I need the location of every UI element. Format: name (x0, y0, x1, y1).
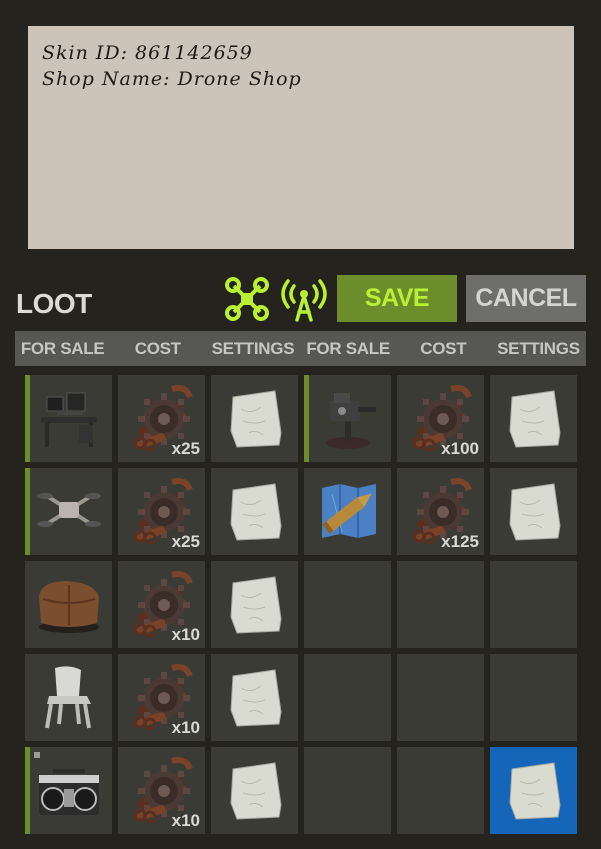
note-shop-name: Shop Name: Drone Shop (42, 68, 302, 90)
col-cost: COST (420, 338, 467, 358)
loot-title: LOOT (16, 288, 92, 319)
sale-slot-drone[interactable] (25, 468, 112, 555)
sale-slot-boombox[interactable] (25, 747, 112, 834)
cost-slot[interactable]: x25 (118, 375, 205, 462)
column-header-bar: FOR SALE COST SETTINGS FOR SALE COST SET… (15, 331, 586, 366)
cost-slot[interactable]: x100 (397, 375, 484, 462)
settings-slot[interactable] (211, 375, 298, 462)
paper-icon (230, 483, 282, 541)
cost-slot[interactable]: x125 (397, 468, 484, 555)
sale-slot-auto-turret[interactable] (304, 375, 391, 462)
broadcast-tower-icon[interactable] (281, 276, 327, 322)
paper-icon (230, 669, 282, 727)
cost-quantity: x100 (441, 439, 479, 458)
boombox-icon (39, 769, 99, 815)
settings-slot[interactable] (490, 468, 577, 555)
note-skin-id: Skin ID: 861142659 (42, 42, 253, 64)
settings-slot[interactable] (211, 561, 298, 648)
col-for-sale: FOR SALE (20, 338, 105, 358)
empty-slot[interactable] (304, 747, 391, 834)
paper-icon (509, 762, 561, 820)
cost-quantity: x10 (171, 718, 200, 737)
empty-slot[interactable] (304, 654, 391, 741)
cancel-button[interactable]: CANCEL (466, 275, 586, 322)
sale-slot-sack[interactable] (25, 561, 112, 648)
empty-slot[interactable] (397, 561, 484, 648)
cost-quantity: x10 (171, 625, 200, 644)
save-button[interactable]: SAVE (337, 275, 457, 322)
settings-slot[interactable] (490, 375, 577, 462)
col-settings: SETTINGS (497, 338, 580, 358)
sale-slot-ammo-map[interactable] (304, 468, 391, 555)
empty-slot[interactable] (490, 654, 577, 741)
paper-icon (509, 390, 561, 448)
settings-slot[interactable] (211, 747, 298, 834)
cost-quantity: x25 (171, 439, 200, 458)
cost-quantity: x25 (171, 532, 200, 551)
paper-icon (230, 390, 282, 448)
drone-icon[interactable] (224, 276, 270, 322)
cost-slot[interactable]: x10 (118, 561, 205, 648)
auto-turret-icon (326, 393, 376, 449)
settings-slot[interactable] (211, 654, 298, 741)
cost-quantity: x125 (441, 532, 479, 551)
cost-slot[interactable]: x25 (118, 468, 205, 555)
cost-quantity: x10 (171, 811, 200, 830)
drone-item-icon (37, 493, 101, 527)
plastic-chair-icon (45, 666, 91, 729)
note-panel: Skin ID: 861142659 Shop Name: Drone Shop (28, 26, 574, 249)
sale-slot-computer-station[interactable] (25, 375, 112, 462)
settings-slot[interactable] (211, 468, 298, 555)
paper-icon (509, 483, 561, 541)
cost-slot[interactable]: x10 (118, 747, 205, 834)
cost-slot[interactable]: x10 (118, 654, 205, 741)
col-settings: SETTINGS (211, 338, 295, 358)
sale-slot-chair[interactable] (25, 654, 112, 741)
empty-slot[interactable] (304, 561, 391, 648)
selected-settings-slot[interactable] (490, 747, 577, 834)
empty-slot[interactable] (397, 654, 484, 741)
ammo-map-icon (322, 484, 376, 538)
computer-station-icon (41, 392, 97, 447)
col-cost: COST (134, 338, 181, 358)
paper-icon (230, 762, 282, 820)
col-for-sale: FOR SALE (306, 338, 390, 358)
empty-slot[interactable] (397, 747, 484, 834)
brown-sack-icon (39, 581, 99, 633)
empty-slot[interactable] (490, 561, 577, 648)
paper-icon (230, 576, 282, 634)
